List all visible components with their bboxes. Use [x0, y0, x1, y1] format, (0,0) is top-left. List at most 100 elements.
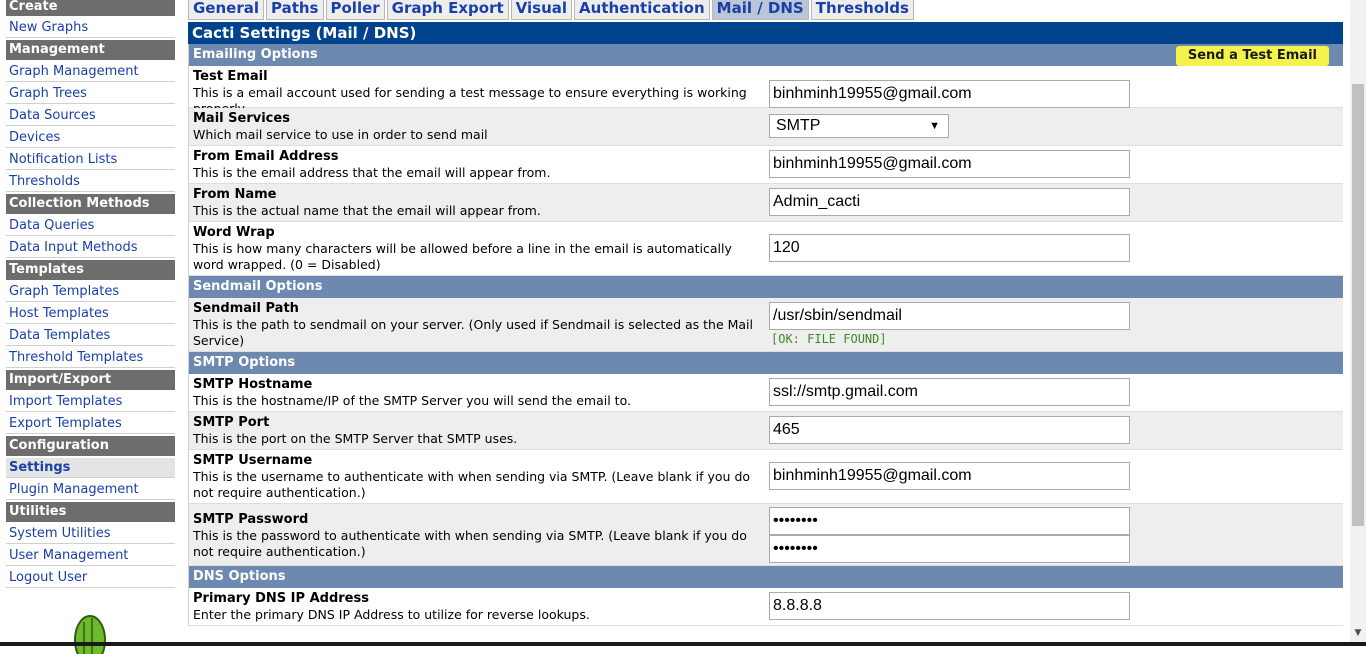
chevron-down-icon: ▼ — [929, 120, 940, 132]
smtp-password-input[interactable]: •••••••• — [769, 507, 1130, 535]
row-smtp-username: SMTP Username This is the username to au… — [189, 450, 1343, 504]
sidebar-item-devices[interactable]: Devices — [6, 128, 175, 148]
sidebar-item-data-input-methods[interactable]: Data Input Methods — [6, 238, 175, 258]
smtp-username-input[interactable]: binhminh19955@gmail.com — [769, 462, 1130, 490]
settings-tabs: General Paths Poller Graph Export Visual Auth… — [186, 0, 914, 22]
test-email-input[interactable]: binhminh19955@gmail.com — [769, 80, 1130, 108]
sidebar-item-export-templates[interactable]: Export Templates — [6, 414, 175, 434]
from-email-input[interactable]: binhminh19955@gmail.com — [769, 150, 1130, 178]
scrollbar-thumb[interactable] — [1352, 84, 1364, 526]
cactus-logo-icon — [74, 615, 106, 654]
row-smtp-password: SMTP Password This is the password to au… — [189, 504, 1343, 566]
field-label: SMTP Hostname — [193, 377, 313, 392]
field-label: SMTP Username — [193, 453, 313, 468]
tab-thresholds[interactable]: Thresholds — [810, 0, 914, 20]
tab-poller[interactable]: Poller — [325, 0, 385, 20]
word-wrap-input[interactable]: 120 — [769, 234, 1130, 262]
sidebar-item-plugin-management[interactable]: Plugin Management — [6, 480, 175, 500]
sidebar-item-graph-trees[interactable]: Graph Trees — [6, 84, 175, 104]
field-description: This is the password to authenticate wit… — [193, 528, 747, 559]
smtp-port-input[interactable]: 465 — [769, 416, 1130, 444]
field-label: Word Wrap — [193, 225, 275, 240]
tab-paths[interactable]: Paths — [266, 0, 324, 20]
field-description: This is the email address that the email… — [193, 165, 551, 180]
field-label: Test Email — [193, 69, 268, 84]
sidebar-item-new-graphs[interactable]: New Graphs — [6, 18, 175, 38]
sidebar-item-host-templates[interactable]: Host Templates — [6, 304, 175, 324]
file-found-status: [OK: FILE FOUND] — [771, 332, 887, 346]
tab-mail-dns[interactable]: Mail / DNS — [711, 0, 809, 20]
sidebar-item-graph-management[interactable]: Graph Management — [6, 62, 175, 82]
sidebar-item-thresholds[interactable]: Thresholds — [6, 172, 175, 192]
sidebar-item-data-sources[interactable]: Data Sources — [6, 106, 175, 126]
field-description: Enter the primary DNS IP Address to util… — [193, 607, 590, 622]
section-smtp-options: SMTP Options — [189, 352, 1343, 374]
sidebar-item-system-utilities[interactable]: System Utilities — [6, 524, 175, 544]
scroll-down-arrow-icon[interactable]: ▼ — [1352, 628, 1364, 640]
sidebar-item-notification-lists[interactable]: Notification Lists — [6, 150, 175, 170]
row-mail-services: Mail Services Which mail service to use … — [189, 108, 1343, 146]
mail-services-select[interactable]: SMTP ▼ — [769, 114, 949, 138]
row-smtp-hostname: SMTP Hostname This is the hostname/IP of… — [189, 374, 1343, 412]
row-sendmail-path: Sendmail Path This is the path to sendma… — [189, 298, 1343, 352]
section-sendmail-options: Sendmail Options — [189, 276, 1343, 298]
sidebar-header-create: Create — [6, 0, 175, 16]
row-primary-dns: Primary DNS IP Address Enter the primary… — [189, 588, 1343, 626]
sidebar-menu: New Graphs Management Graph Management Grap… — [6, 18, 175, 588]
sendmail-path-input[interactable]: /usr/sbin/sendmail — [769, 302, 1130, 330]
section-title: SMTP Options — [193, 355, 296, 370]
section-dns-options: DNS Options — [189, 566, 1343, 588]
field-description: Which mail service to use in order to se… — [193, 127, 488, 142]
field-label: SMTP Password — [193, 512, 309, 527]
sidebar-item-user-management[interactable]: User Management — [6, 546, 175, 566]
field-description: This is the actual name that the email w… — [193, 203, 541, 218]
smtp-password-confirm-input[interactable]: •••••••• — [769, 535, 1130, 563]
row-from-email: From Email Address This is the email add… — [189, 146, 1343, 184]
row-from-name: From Name This is the actual name that t… — [189, 184, 1343, 222]
field-description: This is the hostname/IP of the SMTP Serv… — [193, 393, 631, 408]
field-label: From Email Address — [193, 149, 339, 164]
tab-general[interactable]: General — [188, 0, 264, 20]
field-label: Sendmail Path — [193, 301, 299, 316]
sidebar-item-logout-user[interactable]: Logout User — [6, 568, 175, 588]
sidebar-item-data-templates[interactable]: Data Templates — [6, 326, 175, 346]
window-bottom-edge — [0, 642, 1366, 646]
sidebar-header-templates: Templates — [6, 260, 175, 280]
settings-form: Emailing Options Send a Test Email Test … — [188, 44, 1343, 626]
field-label: Mail Services — [193, 111, 290, 126]
field-label: SMTP Port — [193, 415, 270, 430]
select-value: SMTP — [776, 117, 821, 134]
primary-dns-input[interactable]: 8.8.8.8 — [769, 592, 1130, 620]
sidebar-item-settings[interactable]: Settings — [6, 458, 175, 478]
sidebar-header-management: Management — [6, 40, 175, 60]
send-test-email-button[interactable]: Send a Test Email — [1175, 46, 1329, 66]
sidebar-header-configuration: Configuration — [6, 436, 175, 456]
settings-main: General Paths Poller Graph Export Visual Auth… — [186, 0, 1343, 646]
field-description: This is how many characters will be allo… — [193, 241, 732, 272]
sidebar-nav: Create New Graphs Management Graph Managem… — [6, 0, 175, 654]
row-test-email: Test Email This is a email account used … — [189, 66, 1343, 116]
sidebar-header-utilities: Utilities — [6, 502, 175, 522]
row-word-wrap: Word Wrap This is how many characters wi… — [189, 222, 1343, 276]
sidebar-header-import-export: Import/Export — [6, 370, 175, 390]
field-description: This is the username to authenticate wit… — [193, 469, 751, 500]
tab-graph-export[interactable]: Graph Export — [386, 0, 509, 20]
sidebar-item-graph-templates[interactable]: Graph Templates — [6, 282, 175, 302]
field-description: This is the path to sendmail on your ser… — [193, 317, 754, 348]
row-smtp-port: SMTP Port This is the port on the SMTP S… — [189, 412, 1343, 450]
field-label: Primary DNS IP Address — [193, 591, 369, 606]
smtp-hostname-input[interactable]: ssl://smtp.gmail.com — [769, 378, 1130, 406]
section-title: Emailing Options — [193, 47, 318, 62]
sidebar-header-collection-methods: Collection Methods — [6, 194, 175, 214]
field-label: From Name — [193, 187, 277, 202]
sidebar-item-data-queries[interactable]: Data Queries — [6, 216, 175, 236]
page-title: Cacti Settings (Mail / DNS) — [188, 22, 1343, 44]
sidebar-item-threshold-templates[interactable]: Threshold Templates — [6, 348, 175, 368]
from-name-input[interactable]: Admin_cacti — [769, 188, 1130, 216]
section-title: Sendmail Options — [193, 279, 323, 294]
field-description: This is the port on the SMTP Server that… — [193, 431, 518, 446]
section-title: DNS Options — [193, 569, 286, 584]
tab-visual[interactable]: Visual — [510, 0, 573, 20]
tab-authentication[interactable]: Authentication — [574, 0, 710, 20]
sidebar-item-import-templates[interactable]: Import Templates — [6, 392, 175, 412]
